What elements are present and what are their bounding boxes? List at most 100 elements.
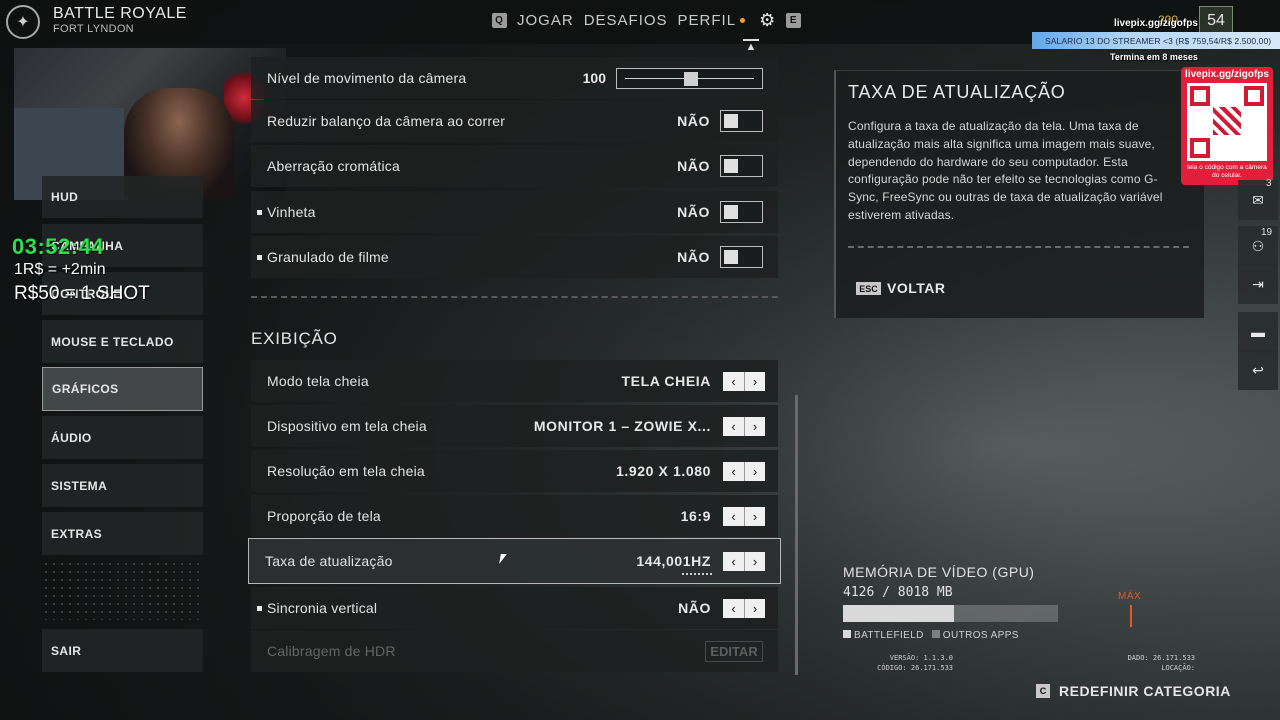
chevron-left-icon[interactable]: ‹: [723, 551, 744, 571]
setting-row-hdr-calibration: Calibragem de HDR EDITAR: [251, 630, 778, 672]
data-line: DADO: 26.171.533: [1127, 654, 1195, 662]
donation-goal-ends: Termina em 8 meses: [1110, 52, 1198, 62]
setting-label: Resolução em tela cheia: [267, 463, 425, 479]
section-title-exibicao: EXIBIÇÃO: [251, 329, 338, 348]
setting-label: Granulado de filme: [267, 249, 389, 265]
setting-value: 1.920 X 1.080: [616, 463, 711, 479]
donation-goal-bar: SALARIO 13 DO STREAMER <3 (R$ 759,54/R$ …: [1032, 32, 1280, 49]
nav-right-key: E: [786, 13, 802, 28]
setting-row-fullscreen-resolution[interactable]: Resolução em tela cheia 1.920 X 1.080 ‹ ›: [251, 450, 778, 492]
sidebar-item-sistema[interactable]: SISTEMA: [42, 464, 203, 507]
qr-title: livepix.gg/zigofps: [1185, 69, 1269, 80]
setting-value: NÃO: [677, 113, 710, 129]
exit-button[interactable]: SAIR: [42, 629, 203, 672]
sidebar-item-mouse-teclado[interactable]: MOUSE E TECLADO: [42, 320, 203, 363]
gear-icon[interactable]: ⚙: [759, 10, 776, 31]
scroll-up-arrow-icon[interactable]: ▲: [743, 39, 759, 55]
qr-finder: [1190, 86, 1210, 106]
camera-movement-slider[interactable]: [616, 67, 763, 89]
mail-icon[interactable]: ✉: [1238, 180, 1278, 220]
squad-badge: 19: [1261, 227, 1273, 238]
livepix-qr-card: livepix.gg/zigofps leia o código com a c…: [1181, 67, 1273, 185]
sidebar-item-label: EXTRAS: [51, 526, 103, 541]
sidebar-item-hud[interactable]: HUD: [42, 176, 203, 218]
chevron-left-icon[interactable]: ‹: [723, 416, 744, 436]
setting-label: Nível de movimento da câmera: [267, 70, 467, 86]
sidebar-item-label: ÁUDIO: [51, 430, 92, 445]
setting-label: Vinheta: [267, 204, 316, 220]
setting-row-fullscreen-mode[interactable]: Modo tela cheia TELA CHEIA ‹ ›: [251, 360, 778, 402]
nav-item-perfil[interactable]: PERFIL: [678, 12, 737, 29]
qr-finder: [1190, 138, 1210, 158]
film-grain-toggle[interactable]: [720, 246, 763, 268]
value-stepper: ‹ ›: [723, 598, 765, 618]
exit-squad-icon[interactable]: ↩: [1238, 350, 1278, 390]
stream-promo-line-1: 1R$ = +2min: [14, 261, 106, 278]
main-nav: Q JOGAR DESAFIOS PERFIL ⚙ E: [492, 10, 802, 31]
invite-icon[interactable]: ⇥: [1238, 264, 1278, 304]
chromatic-aberration-toggle[interactable]: [720, 155, 763, 177]
legend-label: OUTROS APPS: [942, 630, 1019, 641]
sidebar-item-graficos[interactable]: GRÁFICOS: [42, 367, 203, 411]
legend-label: BATTLEFIELD: [854, 630, 924, 641]
value-stepper: ‹ ›: [723, 506, 765, 526]
sidebar-item-extras[interactable]: EXTRAS: [42, 512, 203, 555]
livepix-link-top: livepix.gg/zigofps: [1114, 18, 1198, 29]
setting-row-camera-movement[interactable]: Nível de movimento da câmera 100: [251, 57, 778, 99]
setting-label: Proporção de tela: [267, 508, 381, 524]
vignette-toggle[interactable]: [720, 201, 763, 223]
value-stepper: ‹ ›: [723, 551, 765, 571]
bullet-marker: [257, 209, 262, 215]
slider-thumb[interactable]: [683, 71, 698, 86]
setting-label: Sincronia vertical: [267, 600, 378, 616]
settings-scrollbar[interactable]: [795, 395, 798, 675]
chevron-right-icon[interactable]: ›: [744, 461, 765, 481]
setting-label: Taxa de atualização: [265, 553, 393, 569]
chevron-left-icon[interactable]: ‹: [723, 371, 744, 391]
chevron-left-icon[interactable]: ‹: [723, 506, 744, 526]
setting-value: MONITOR 1 – ZOWIE X...: [533, 418, 711, 434]
data-info: DADO: 26.171.533 LOCAÇÃO:: [1100, 653, 1195, 673]
chevron-right-icon[interactable]: ›: [744, 416, 765, 436]
section-divider: [251, 296, 778, 298]
chevron-left-icon[interactable]: ‹: [723, 598, 744, 618]
setting-row-vsync[interactable]: Sincronia vertical NÃO ‹ ›: [251, 587, 778, 629]
reset-category-button[interactable]: REDEFINIR CATEGORIA: [1059, 683, 1231, 699]
setting-row-film-grain[interactable]: Granulado de filme NÃO: [251, 236, 778, 278]
sidebar-item-label: GRÁFICOS: [52, 382, 119, 396]
reset-key: C: [1036, 684, 1050, 698]
sidebar-item-label: MOUSE E TECLADO: [51, 334, 174, 349]
chat-icon[interactable]: ▬: [1238, 312, 1278, 352]
setting-value: NÃO: [677, 158, 710, 174]
nav-item-jogar[interactable]: JOGAR: [517, 12, 574, 29]
gpu-max-marker: [1130, 605, 1132, 627]
setting-row-chromatic-aberration[interactable]: Aberração cromática NÃO: [251, 145, 778, 187]
setting-value: 144,001HZ: [636, 553, 711, 569]
setting-row-camera-sway[interactable]: Reduzir balanço da câmera ao correr NÃO: [251, 100, 778, 142]
sidebar-item-audio[interactable]: ÁUDIO: [42, 416, 203, 459]
sidebar-dot-pattern: [42, 560, 203, 620]
setting-row-fullscreen-device[interactable]: Dispositivo em tela cheia MONITOR 1 – ZO…: [251, 405, 778, 447]
battlefield-logo-icon[interactable]: ✦: [6, 5, 40, 39]
chevron-right-icon[interactable]: ›: [744, 506, 765, 526]
bullet-marker: [257, 605, 262, 611]
camera-sway-toggle[interactable]: [720, 110, 763, 132]
nav-item-desafios[interactable]: DESAFIOS: [584, 12, 668, 29]
setting-label: Aberração cromática: [267, 158, 400, 174]
back-button[interactable]: VOLTAR: [887, 280, 945, 296]
sidebar-item-label: SISTEMA: [51, 478, 108, 493]
chevron-right-icon[interactable]: ›: [744, 551, 765, 571]
chevron-right-icon[interactable]: ›: [744, 598, 765, 618]
gpu-memory-title: MEMÓRIA DE VÍDEO (GPU): [843, 564, 1035, 580]
chevron-right-icon[interactable]: ›: [744, 371, 765, 391]
legend-battlefield: BATTLEFIELD: [843, 630, 924, 641]
setting-row-aspect-ratio[interactable]: Proporção de tela 16:9 ‹ ›: [251, 495, 778, 537]
mode-title: BATTLE ROYALE: [53, 5, 187, 22]
chevron-left-icon[interactable]: ‹: [723, 461, 744, 481]
setting-row-vignette[interactable]: Vinheta NÃO: [251, 191, 778, 233]
setting-value: NÃO: [678, 600, 711, 616]
setting-row-refresh-rate[interactable]: Taxa de atualização 144,001HZ ‹ ›: [248, 538, 781, 584]
gpu-memory-fill: [843, 605, 954, 622]
setting-label: Dispositivo em tela cheia: [267, 418, 427, 434]
qr-footer: leia o código com a câmera do celular.: [1187, 164, 1267, 179]
